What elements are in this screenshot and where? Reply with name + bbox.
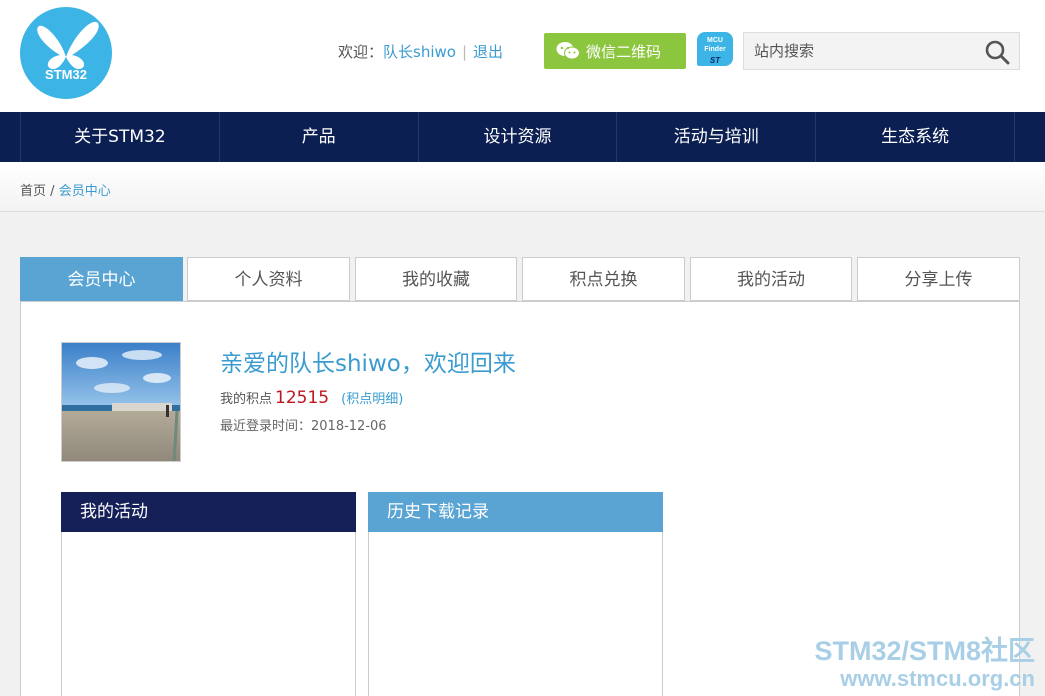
tab-profile[interactable]: 个人资料 <box>187 257 350 301</box>
mcu-finder-button[interactable]: MCU Finder ST <box>697 32 733 66</box>
points-detail-label: 积点明细 <box>346 392 399 407</box>
breadcrumb-current[interactable]: 会员中心 <box>59 184 111 199</box>
tab-my-activities[interactable]: 我的活动 <box>690 257 852 301</box>
nav-item-design-resources[interactable]: 设计资源 <box>417 112 617 162</box>
st-brand-icon: ST <box>709 56 721 65</box>
wechat-qrcode-button[interactable]: 微信二维码 <box>544 33 686 69</box>
breadcrumb-separator: / <box>50 184 55 199</box>
member-tabs: 会员中心 个人资料 我的收藏 积点兑换 我的活动 分享上传 <box>20 257 1020 301</box>
download-history-box: 历史下载记录 <box>368 492 663 696</box>
welcome-label: 欢迎： <box>338 43 384 61</box>
watermark-line2: www.stmcu.org.cn <box>840 666 1035 691</box>
points-value: 12515 <box>275 388 330 408</box>
nav-item-events-training[interactable]: 活动与培训 <box>616 112 815 162</box>
search-icon[interactable] <box>984 39 1010 65</box>
last-login-time: 最近登录时间：2018-12-06 <box>220 419 387 434</box>
tab-favorites[interactable]: 我的收藏 <box>355 257 517 301</box>
paren-close: ) <box>398 392 404 407</box>
tab-points-exchange[interactable]: 积点兑换 <box>522 257 685 301</box>
my-activities-box: 我的活动 <box>61 492 356 696</box>
welcome-greeting: 亲爱的队长shiwo，欢迎回来 <box>220 351 516 377</box>
welcome-area: 欢迎：队长shiwo | 退出 <box>338 41 503 62</box>
my-activities-title: 我的活动 <box>61 492 356 532</box>
search-input[interactable] <box>744 33 969 69</box>
username-link[interactable]: 队长shiwo <box>383 43 456 61</box>
nav-item-about-stm32[interactable]: 关于STM32 <box>20 112 219 162</box>
avatar-beach-image <box>62 343 180 461</box>
mcu-finder-line2: Finder <box>704 46 726 53</box>
search-box <box>743 32 1020 70</box>
breadcrumb-bar: 首页 / 会员中心 <box>0 162 1045 212</box>
breadcrumb: 首页 / 会员中心 <box>20 180 111 199</box>
logout-link[interactable]: 退出 <box>473 43 503 61</box>
download-history-title: 历史下载记录 <box>368 492 663 532</box>
wechat-icon <box>556 42 580 60</box>
separator: | <box>461 43 468 61</box>
tab-share-upload[interactable]: 分享上传 <box>857 257 1020 301</box>
site-watermark: STM32/STM8社区 www.stmcu.org.cn <box>814 636 1035 692</box>
stm32-logo[interactable]: STM32 <box>20 7 112 99</box>
watermark-line1: STM32/STM8社区 <box>814 636 1035 666</box>
tab-member-center[interactable]: 会员中心 <box>20 257 183 301</box>
nav-item-ecosystem[interactable]: 生态系统 <box>815 112 1015 162</box>
wechat-button-label: 微信二维码 <box>586 42 662 61</box>
mcu-finder-line1: MCU <box>707 37 723 44</box>
nav-item-products[interactable]: 产品 <box>218 112 418 162</box>
points-label: 我的积点 <box>220 392 273 407</box>
avatar[interactable] <box>61 342 181 462</box>
main-nav: 关于STM32 产品 设计资源 活动与培训 生态系统 <box>0 112 1045 162</box>
logo-text: STM32 <box>45 67 87 82</box>
breadcrumb-home[interactable]: 首页 <box>20 184 46 199</box>
site-header: STM32 欢迎：队长shiwo | 退出 微信二维码 MCU Finder ST <box>0 0 1045 112</box>
points-line: 我的积点 12515 (积点明细) <box>220 388 403 408</box>
butterfly-icon <box>37 21 99 70</box>
points-detail-link[interactable]: (积点明细) <box>341 392 403 407</box>
